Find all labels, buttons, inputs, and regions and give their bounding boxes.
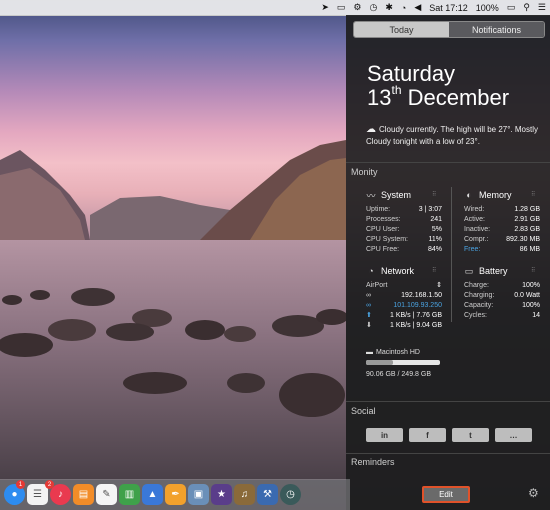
- battery-row: Capacity: 100%: [464, 302, 540, 309]
- monity-title: Monity: [351, 167, 378, 177]
- tab-notifications[interactable]: Notifications: [449, 22, 544, 37]
- memory-row: Wired: 1.28 GB: [464, 206, 540, 213]
- landscape-illustration: [0, 140, 346, 480]
- drag-handle-icon[interactable]: ⠿: [432, 267, 436, 274]
- memory-title: Memory: [479, 190, 512, 200]
- memory-row: Inactive: 2.83 GB: [464, 226, 540, 233]
- disk-usage-text: 90.06 GB / 249.8 GB: [366, 371, 431, 378]
- keynote-app-icon[interactable]: ▲: [142, 484, 163, 505]
- airplay-icon[interactable]: ▭: [337, 2, 346, 13]
- activity-icon: 〰: [366, 190, 376, 201]
- network-title: Network: [381, 266, 415, 276]
- network-row: ⬆ 1 KB/s | 7.76 GB: [366, 312, 442, 319]
- battery-icon[interactable]: ▭: [507, 2, 516, 13]
- time-machine-app-icon[interactable]: ◷: [280, 484, 301, 505]
- drag-handle-icon[interactable]: ⠿: [432, 191, 436, 198]
- tab-today[interactable]: Today: [354, 22, 449, 37]
- xcode-app-icon[interactable]: ⚒: [257, 484, 278, 505]
- upload-arrow-icon: ⬆: [366, 312, 372, 319]
- textedit-app-icon[interactable]: ✎: [96, 484, 117, 505]
- menu-icon[interactable]: ☰: [538, 2, 546, 13]
- settings-gear-icon[interactable]: ⚙: [528, 486, 539, 500]
- system-row: CPU System: 11%: [366, 236, 442, 243]
- facebook-button[interactable]: f: [409, 428, 446, 442]
- battery-row: Cycles: 14: [464, 312, 540, 319]
- iphoto-app-icon[interactable]: ▣: [188, 484, 209, 505]
- twitter-button[interactable]: t: [452, 428, 489, 442]
- volume-icon[interactable]: ◀: [414, 2, 421, 13]
- battery-row: Charging: 0.0 Watt: [464, 292, 540, 299]
- reminders-app-icon[interactable]: ☰: [27, 484, 48, 505]
- network-row: ∞ 192.168.1.50: [366, 292, 442, 299]
- memory-row: Active: 2.91 GB: [464, 216, 540, 223]
- system-widget: 〰 System Uptime: 3 | 3:07 Processes: 241 CP…: [366, 189, 442, 255]
- divider: [346, 453, 550, 454]
- wifi-icon: ◔: [368, 266, 374, 276]
- system-row: Processes: 241: [366, 216, 442, 223]
- system-title: System: [381, 190, 412, 200]
- location-icon[interactable]: ➤: [321, 2, 329, 13]
- pie-chart-icon: ◐: [466, 190, 472, 200]
- social-buttons: in f t …: [366, 428, 532, 442]
- network-row: AirPort ⇕: [366, 281, 442, 291]
- disk-widget: ▬ Macintosh HD 90.06 GB / 249.8 GB: [366, 349, 440, 378]
- disk-usage-bar: [366, 360, 440, 365]
- clock[interactable]: Sat 17:12: [429, 3, 468, 13]
- time-machine-icon[interactable]: ◷: [369, 2, 377, 13]
- system-row: CPU Free: 84%: [366, 246, 442, 253]
- weather-summary: ☁ Cloudy currently. The high will be 27°.…: [366, 124, 538, 146]
- system-row: Uptime: 3 | 3:07: [366, 206, 442, 213]
- imovie-app-icon[interactable]: ★: [211, 484, 232, 505]
- divider: [346, 401, 550, 402]
- bluetooth-icon[interactable]: ✱: [385, 2, 393, 13]
- reminders-badge: 2: [45, 480, 54, 489]
- download-arrow-icon: ⬇: [366, 322, 372, 329]
- network-widget: ◔ Network AirPort ⇕ ∞ 192.168.1.50 ∞ 101.109…: [366, 265, 442, 331]
- link-icon: ∞: [366, 292, 371, 299]
- disk-usage-fill: [366, 360, 393, 365]
- linkedin-button[interactable]: in: [366, 428, 403, 442]
- cloud-icon: ☁: [366, 124, 376, 135]
- pages-app-icon[interactable]: ✒: [165, 484, 186, 505]
- garageband-app-icon[interactable]: ♫: [234, 484, 255, 505]
- messages-button[interactable]: …: [495, 428, 532, 442]
- tab-switcher: Today Notifications: [353, 21, 545, 38]
- hard-drive-icon: ▬: [366, 349, 373, 356]
- globe-icon: ∞: [366, 302, 371, 309]
- memory-row: Free: 86 MB: [464, 246, 540, 253]
- menu-bar: ➤ ▭ ⚙ ◷ ✱ ◔ ◀ Sat 17:12 100% ▭ ⚲ ☰: [0, 0, 550, 16]
- battery-icon: ▭: [464, 265, 474, 276]
- battery-widget: ▭ Battery Charge: 100% Charging: 0.0 Watt C…: [464, 265, 540, 321]
- system-row: CPU User: 5%: [366, 226, 442, 233]
- divider: [346, 162, 550, 163]
- numbers-app-icon[interactable]: ▥: [119, 484, 140, 505]
- battery-title: Battery: [479, 266, 508, 276]
- messages-badge: 1: [16, 480, 25, 489]
- books-app-icon[interactable]: ▤: [73, 484, 94, 505]
- disk-title: ▬ Macintosh HD: [366, 349, 420, 356]
- memory-widget: ◐ Memory Wired: 1.28 GB Active: 2.91 GB Ina…: [464, 189, 540, 255]
- battery-row: Charge: 100%: [464, 282, 540, 289]
- day-label: Saturday: [367, 61, 456, 86]
- network-row: ⬇ 1 KB/s | 9.04 GB: [366, 322, 442, 329]
- column-divider: [451, 187, 452, 322]
- notification-center: Today Notifications Saturday 13th Decemb…: [346, 15, 550, 510]
- network-row: ∞ 101.109.93.250: [366, 302, 442, 309]
- reminders-title: Reminders: [351, 457, 395, 467]
- memory-row: Compr.: 892.30 MB: [464, 236, 540, 243]
- date-label: 13th December: [367, 83, 510, 110]
- battery-percent[interactable]: 100%: [476, 3, 499, 13]
- gear-icon[interactable]: ⚙: [353, 2, 361, 13]
- edit-button[interactable]: Edit: [422, 486, 470, 503]
- chevron-updown-icon[interactable]: ⇕: [436, 281, 442, 291]
- drag-handle-icon[interactable]: ⠿: [531, 267, 535, 274]
- search-icon[interactable]: ⚲: [523, 2, 530, 13]
- social-title: Social: [351, 406, 376, 416]
- drag-handle-icon[interactable]: ⠿: [531, 191, 535, 198]
- wifi-icon[interactable]: ◔: [401, 3, 406, 13]
